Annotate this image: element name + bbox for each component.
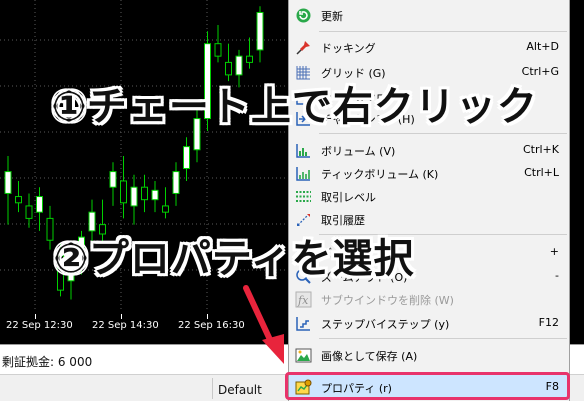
annotation-step1: ①チェート上で右クリック [52, 84, 538, 130]
pointer-arrow [243, 285, 284, 364]
annotation-step2: ②プロパティを選択 [54, 236, 415, 282]
